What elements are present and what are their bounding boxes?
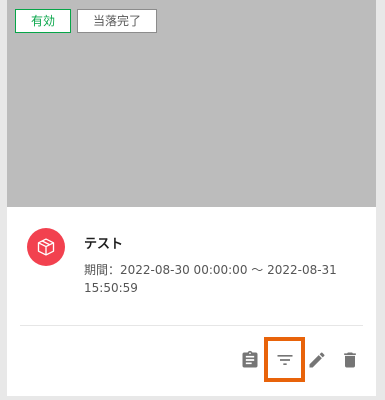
pencil-icon[interactable]	[303, 346, 331, 374]
divider	[20, 325, 363, 326]
status-badge-drawing-complete: 当落完了	[77, 9, 157, 33]
campaign-card: 有効 当落完了 テスト 期間：2022-08-30 00:00:00 〜 202…	[7, 0, 376, 396]
campaign-period: 期間：2022-08-30 00:00:00 〜 2022-08-31 15:5…	[84, 263, 337, 295]
status-badge-active: 有効	[15, 9, 71, 33]
campaign-title: テスト	[84, 237, 124, 252]
clipboard-icon[interactable]	[236, 346, 264, 374]
campaign-image-placeholder: 有効 当落完了	[7, 0, 376, 207]
filter-icon	[277, 354, 292, 365]
trash-icon[interactable]	[336, 346, 364, 374]
box-icon	[27, 228, 65, 266]
filter-button[interactable]	[264, 337, 305, 382]
